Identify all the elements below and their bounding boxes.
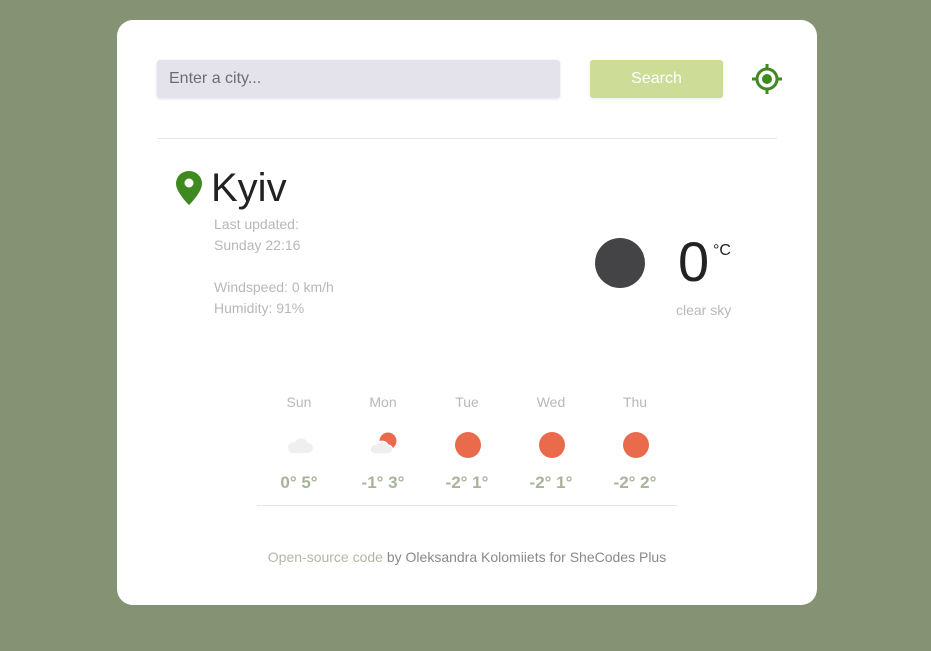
clear-night-icon — [595, 238, 645, 288]
sun-icon — [455, 432, 481, 458]
city-name: Kyiv — [211, 166, 287, 210]
forecast-temps: -2° 2° — [613, 473, 657, 492]
current-temperature: 0 — [678, 230, 710, 293]
forecast-temps: -2° 1° — [445, 473, 489, 492]
forecast-day: Wed -2° 1° — [509, 390, 593, 505]
last-updated-value: Sunday 22:16 — [214, 237, 301, 253]
windspeed: Windspeed: 0 km/h — [214, 279, 334, 295]
crosshair-location-icon — [752, 64, 782, 94]
forecast-temps: 0° 5° — [280, 473, 318, 492]
weather-description: clear sky — [676, 302, 732, 318]
forecast-day-name: Mon — [369, 394, 397, 410]
current-location-button[interactable] — [751, 63, 783, 95]
search-button[interactable]: Search — [590, 60, 723, 98]
weather-card: Search Kyiv Last updated: Sunday 22:16 W… — [117, 20, 817, 605]
cloud-icon — [288, 438, 313, 453]
humidity: Humidity: 91% — [214, 300, 305, 316]
forecast-day-name: Wed — [536, 394, 566, 410]
forecast-day: Tue -2° 1° — [425, 390, 509, 505]
forecast-day-name: Thu — [622, 394, 648, 410]
forecast-day: Sun 0° 5° — [257, 390, 341, 505]
search-divider — [157, 138, 777, 139]
forecast: Sun 0° 5° Mon -1° 3° Tue -2° 1° Wed -2° … — [257, 390, 677, 506]
last-updated-label: Last updated: — [214, 216, 299, 232]
temperature-unit[interactable]: °C — [713, 242, 731, 260]
forecast-day-name: Tue — [455, 394, 479, 410]
footer-credit: by Oleksandra Kolomiiets for SheCodes Pl… — [382, 549, 667, 565]
map-pin-icon — [176, 171, 202, 205]
sun-icon — [539, 432, 565, 458]
forecast-day: Thu -2° 2° — [593, 390, 677, 505]
footer: Open-source code by Oleksandra Kolomiiet… — [117, 549, 817, 565]
source-code-link[interactable]: Open-source code — [268, 549, 383, 565]
search-input[interactable] — [157, 60, 560, 98]
forecast-day: Mon -1° 3° — [341, 390, 425, 505]
forecast-day-name: Sun — [286, 394, 312, 410]
partly-cloudy-icon — [369, 432, 397, 455]
sun-icon — [623, 432, 649, 458]
forecast-temps: -1° 3° — [361, 473, 405, 492]
forecast-temps: -2° 1° — [529, 473, 573, 492]
